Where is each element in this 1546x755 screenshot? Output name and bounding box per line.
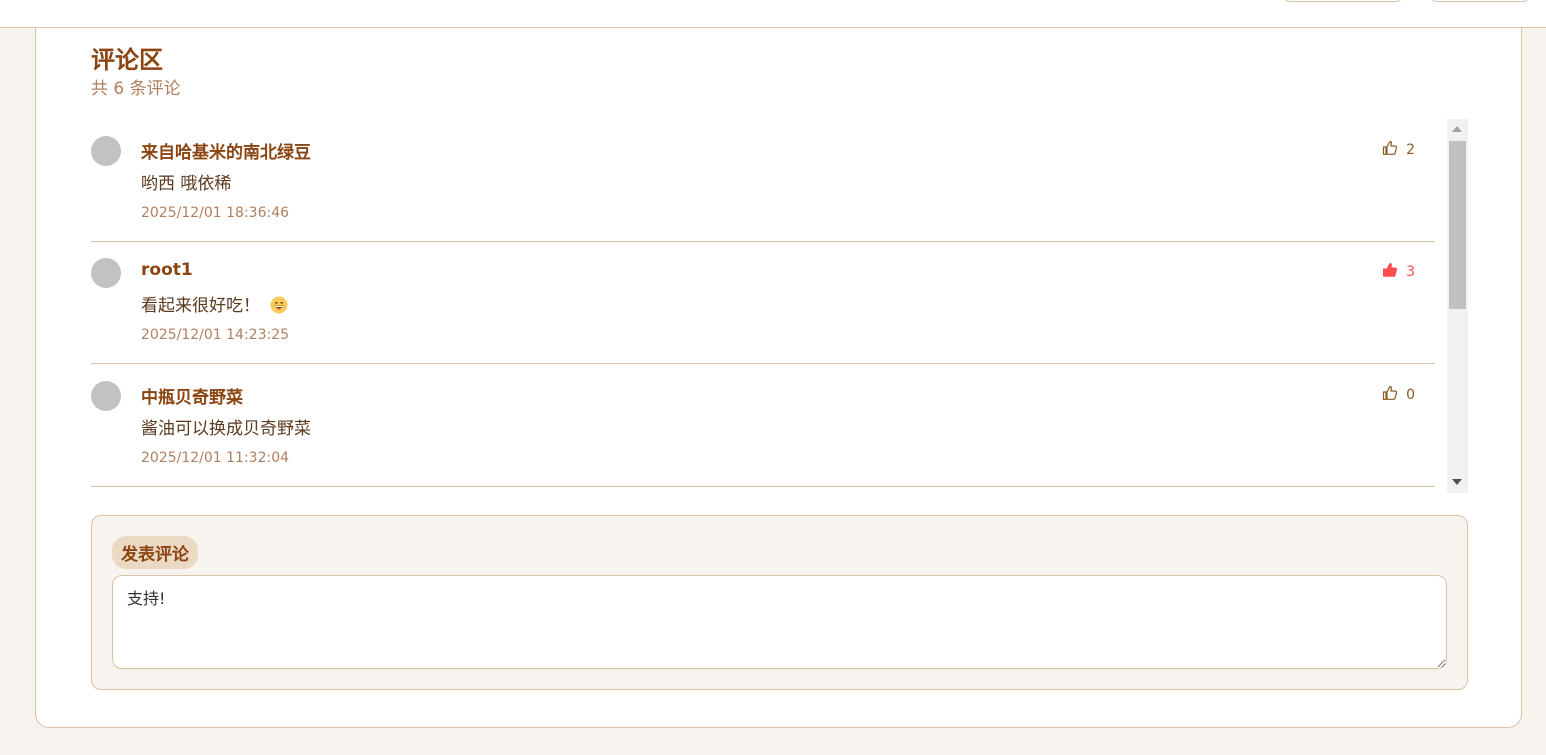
scroll-down-arrow-icon[interactable] (1452, 479, 1462, 485)
avatar[interactable] (91, 381, 121, 411)
scroll-up-arrow-icon[interactable] (1452, 126, 1462, 132)
like-button[interactable]: 2 (1382, 140, 1415, 160)
comment-time: 2025/12/01 14:23:25 (141, 327, 290, 343)
comment-item: 来自哈基米的南北绿豆 哟西 哦依稀 2025/12/01 18:36:46 2 (91, 119, 1435, 242)
compose-label: 发表评论 (112, 536, 198, 569)
comment-input[interactable]: 支持! (112, 575, 1447, 669)
avatar[interactable] (91, 136, 121, 166)
like-count: 3 (1406, 264, 1415, 280)
comment-text: 看起来很好吃！ (141, 296, 260, 316)
comment-count: 共 6 条评论 (91, 79, 181, 99)
compose-panel: 发表评论 支持! (91, 515, 1468, 690)
scrollbar-thumb[interactable] (1449, 141, 1466, 309)
like-button[interactable]: 3 (1382, 262, 1415, 282)
thumbs-up-outline-icon (1382, 385, 1398, 405)
comment-time: 2025/12/01 18:36:46 (141, 205, 290, 221)
comment-author[interactable]: 中瓶贝奇野菜 (141, 383, 243, 408)
comment-text: 哟西 哦依稀 (141, 174, 232, 194)
comment-author[interactable]: root1 (141, 260, 193, 280)
section-title: 评论区 (91, 46, 163, 74)
like-button[interactable]: 0 (1382, 385, 1415, 405)
avatar[interactable] (91, 258, 121, 288)
like-count: 0 (1406, 387, 1415, 403)
comment-text-wrapper: 看起来很好吃！ (141, 291, 288, 319)
like-count: 2 (1406, 142, 1415, 158)
comment-list[interactable]: 来自哈基米的南北绿豆 哟西 哦依稀 2025/12/01 18:36:46 2 … (91, 119, 1468, 493)
comment-time: 2025/12/01 11:32:04 (141, 450, 290, 466)
thumbs-up-filled-icon (1382, 262, 1398, 282)
comment-list-scrollbar[interactable] (1447, 119, 1468, 493)
top-bar-button[interactable] (1430, 0, 1530, 2)
thumbs-up-outline-icon (1382, 140, 1398, 160)
grinning-face-emoji-icon (270, 296, 288, 319)
comment-text: 酱油可以换成贝奇野菜 (141, 419, 311, 439)
top-bar (0, 0, 1546, 28)
top-bar-button[interactable] (1283, 0, 1403, 2)
comment-author[interactable]: 来自哈基米的南北绿豆 (141, 138, 311, 163)
comment-item: 中瓶贝奇野菜 酱油可以换成贝奇野菜 2025/12/01 11:32:04 0 (91, 364, 1435, 487)
comment-item: root1 看起来很好吃！ 2025/12/01 14:23:25 3 (91, 241, 1435, 364)
